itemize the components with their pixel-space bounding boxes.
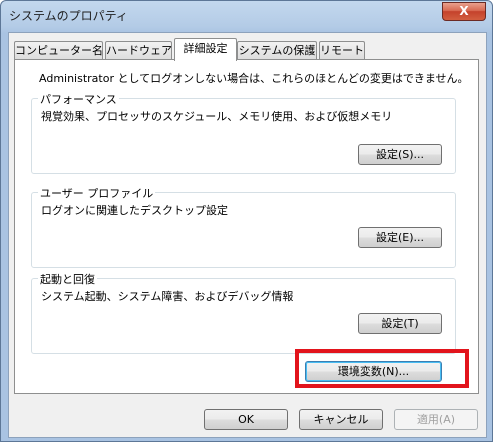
- user-profile-group: ユーザー プロファイル ログオンに関連したデスクトップ設定 設定(E)...: [31, 185, 456, 268]
- user-profile-description: ログオンに関連したデスクトップ設定: [41, 204, 228, 217]
- tab-remote[interactable]: リモート: [319, 41, 365, 60]
- startup-recovery-settings-button[interactable]: 設定(T): [358, 313, 442, 334]
- apply-button[interactable]: 適用(A): [394, 409, 478, 430]
- tab-hardware[interactable]: ハードウェア: [105, 41, 172, 60]
- performance-settings-button[interactable]: 設定(S)...: [358, 144, 442, 165]
- advanced-tab-panel: Administrator としてログオンしない場合は、これらのほとんどの変更は…: [14, 59, 479, 394]
- ok-button[interactable]: OK: [204, 409, 288, 430]
- dialog-client-area: コンピューター名 ハードウェア 詳細設定 システムの保護 リモート Admini…: [8, 32, 487, 438]
- cancel-button[interactable]: キャンセル: [299, 409, 383, 430]
- admin-note: Administrator としてログオンしない場合は、これらのほとんどの変更は…: [39, 72, 469, 85]
- tab-advanced[interactable]: 詳細設定: [174, 38, 237, 61]
- window-title: システムのプロパティ: [9, 9, 128, 23]
- user-profile-settings-button[interactable]: 設定(E)...: [358, 227, 442, 248]
- red-highlight-box: [295, 349, 469, 388]
- performance-group: パフォーマンス 視覚効果、プロセッサのスケジュール、メモリ使用、および仮想メモリ…: [31, 91, 456, 174]
- close-icon: X: [459, 4, 469, 18]
- performance-description: 視覚効果、プロセッサのスケジュール、メモリ使用、および仮想メモリ: [41, 110, 393, 123]
- system-properties-window: システムのプロパティ X コンピューター名 ハードウェア 詳細設定 システムの保…: [0, 0, 493, 442]
- startup-recovery-group: 起動と回復 システム起動、システム障害、およびデバッグ情報 設定(T): [31, 271, 456, 354]
- user-profile-group-title: ユーザー プロファイル: [38, 185, 156, 201]
- startup-recovery-description: システム起動、システム障害、およびデバッグ情報: [41, 290, 294, 303]
- tab-computer-name[interactable]: コンピューター名: [14, 41, 103, 60]
- performance-group-title: パフォーマンス: [38, 91, 119, 107]
- close-button[interactable]: X: [442, 2, 486, 21]
- startup-recovery-group-title: 起動と回復: [38, 271, 97, 287]
- title-bar[interactable]: システムのプロパティ X: [1, 1, 492, 31]
- tab-system-protection[interactable]: システムの保護: [237, 41, 317, 60]
